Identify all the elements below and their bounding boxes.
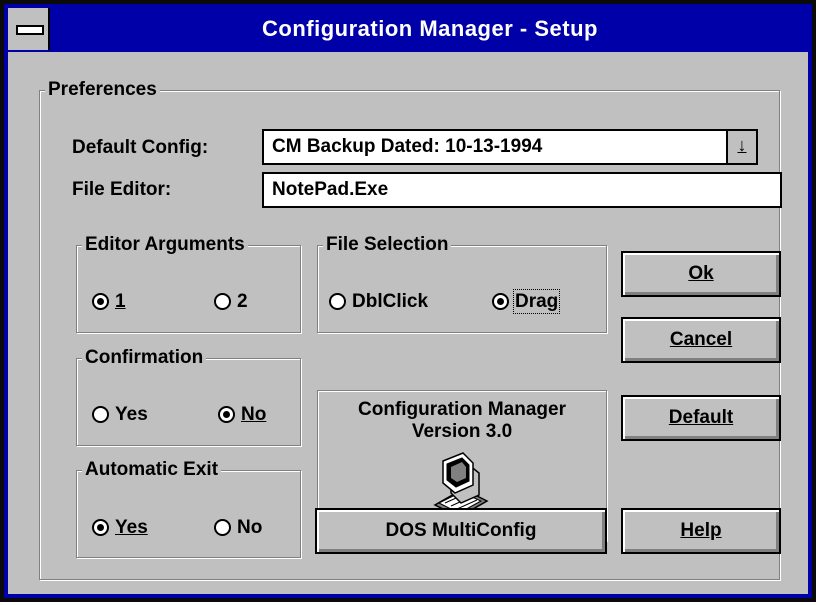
automatic-exit-radio-yes[interactable]: Yes: [92, 516, 148, 540]
confirmation-radio-yes[interactable]: Yes: [92, 403, 148, 427]
file-selection-radio-drag[interactable]: Drag: [492, 289, 561, 314]
preferences-group-title: Preferences: [45, 78, 160, 102]
dialog-client-area: Preferences Default Config: CM Backup Da…: [8, 52, 808, 594]
default-button[interactable]: Default: [621, 395, 781, 441]
chevron-down-icon: ↓: [737, 135, 747, 155]
about-product-name: Configuration Manager: [358, 399, 566, 420]
system-menu-icon: [16, 25, 44, 35]
file-editor-input[interactable]: NotePad.Exe: [262, 172, 782, 208]
default-config-dropdown[interactable]: CM Backup Dated: 10-13-1994 ↓: [262, 129, 758, 165]
automatic-exit-radio-no[interactable]: No: [214, 516, 262, 540]
title-bar[interactable]: Configuration Manager - Setup: [8, 8, 808, 50]
editor-args-radio-2[interactable]: 2: [214, 290, 248, 314]
file-editor-label: File Editor:: [72, 179, 172, 200]
help-button[interactable]: Help: [621, 508, 781, 554]
editor-arguments-title: Editor Arguments: [82, 233, 248, 257]
confirmation-group: Confirmation: [76, 346, 301, 446]
dropdown-arrow-button[interactable]: ↓: [726, 131, 756, 163]
automatic-exit-title: Automatic Exit: [82, 458, 222, 482]
ok-button[interactable]: Ok: [621, 251, 781, 297]
editor-arguments-group: Editor Arguments: [76, 233, 301, 333]
window-title: Configuration Manager - Setup: [262, 16, 598, 41]
radio-checked-icon: [492, 293, 509, 310]
radio-unchecked-icon: [92, 406, 109, 423]
automatic-exit-group: Automatic Exit: [76, 458, 301, 558]
radio-unchecked-icon: [214, 293, 231, 310]
radio-checked-icon: [92, 519, 109, 536]
dos-multiconfig-button[interactable]: DOS MultiConfig: [315, 508, 607, 554]
file-selection-radio-dblclick[interactable]: DblClick: [329, 290, 428, 314]
confirmation-radio-no[interactable]: No: [218, 403, 266, 427]
cancel-button[interactable]: Cancel: [621, 317, 781, 363]
default-config-label: Default Config:: [72, 137, 209, 158]
about-version: Version 3.0: [411, 421, 513, 442]
file-selection-group: File Selection: [317, 233, 607, 333]
editor-args-radio-1[interactable]: 1: [92, 290, 126, 314]
radio-unchecked-icon: [214, 519, 231, 536]
radio-unchecked-icon: [329, 293, 346, 310]
setup-dialog-window: Configuration Manager - Setup Preference…: [0, 0, 816, 602]
confirmation-title: Confirmation: [82, 346, 207, 370]
system-menu-button[interactable]: [8, 8, 50, 50]
radio-checked-icon: [92, 293, 109, 310]
default-config-value: CM Backup Dated: 10-13-1994: [272, 136, 543, 157]
file-selection-title: File Selection: [323, 233, 452, 257]
radio-checked-icon: [218, 406, 235, 423]
